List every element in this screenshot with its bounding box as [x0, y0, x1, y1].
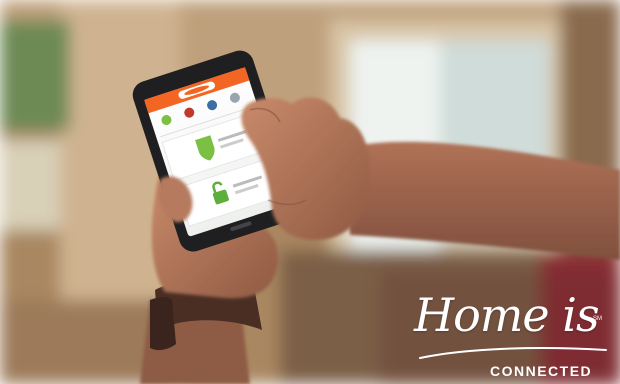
- tagline-trademark: SM: [593, 316, 602, 322]
- marketing-photo: Home is SM CONNECTED: [0, 0, 620, 384]
- tagline-swoosh: [419, 347, 607, 359]
- tagline-script: Home is: [414, 288, 600, 342]
- tagline-connected: CONNECTED: [490, 363, 593, 379]
